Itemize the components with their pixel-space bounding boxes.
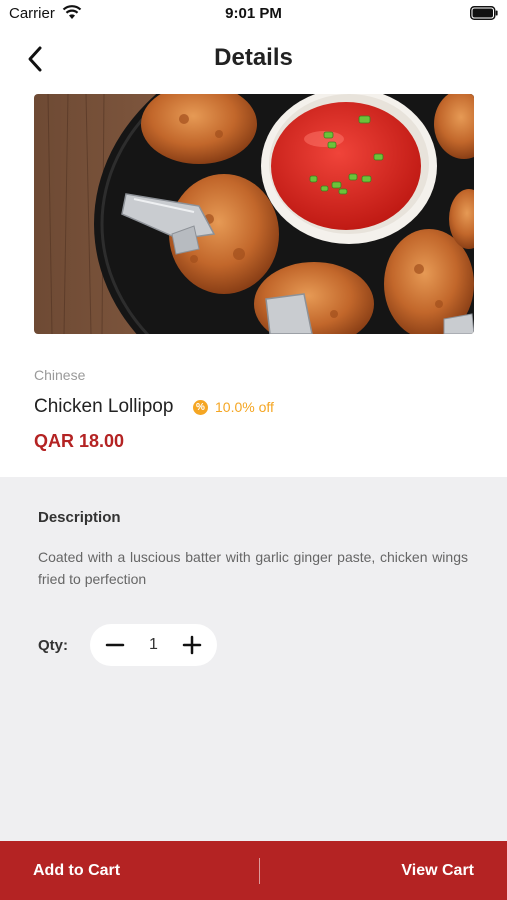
product-image: [34, 94, 474, 334]
footer-divider: [259, 858, 260, 884]
product-name: Chicken Lollipop: [34, 396, 174, 417]
discount-badge-icon: %: [193, 399, 208, 415]
decrease-qty-button[interactable]: [104, 634, 126, 656]
battery-icon: [470, 6, 498, 20]
plus-icon: [182, 635, 202, 655]
product-category: Chinese: [34, 367, 86, 383]
status-bar: Carrier 9:01 PM: [0, 0, 507, 28]
status-time: 9:01 PM: [225, 5, 282, 22]
add-to-cart-button[interactable]: Add to Cart: [33, 862, 120, 880]
bottom-action-bar: Add to Cart View Cart: [0, 841, 507, 900]
discount-label: 10.0% off: [215, 399, 274, 415]
nav-bar: Details: [0, 28, 507, 90]
qty-label: Qty:: [38, 637, 68, 654]
discount-badge: % 10.0% off: [193, 399, 274, 415]
details-panel: Description Coated with a luscious batte…: [0, 477, 507, 841]
description-heading: Description: [38, 509, 121, 526]
increase-qty-button[interactable]: [181, 634, 203, 656]
product-price: QAR 18.00: [34, 431, 125, 451]
qty-value: 1: [149, 636, 158, 653]
minus-icon: [105, 643, 125, 647]
page-title: Details: [214, 44, 293, 71]
view-cart-button[interactable]: View Cart: [401, 862, 474, 880]
quantity-stepper: 1: [90, 624, 217, 666]
description-text: Coated with a luscious batter with garli…: [38, 549, 468, 587]
